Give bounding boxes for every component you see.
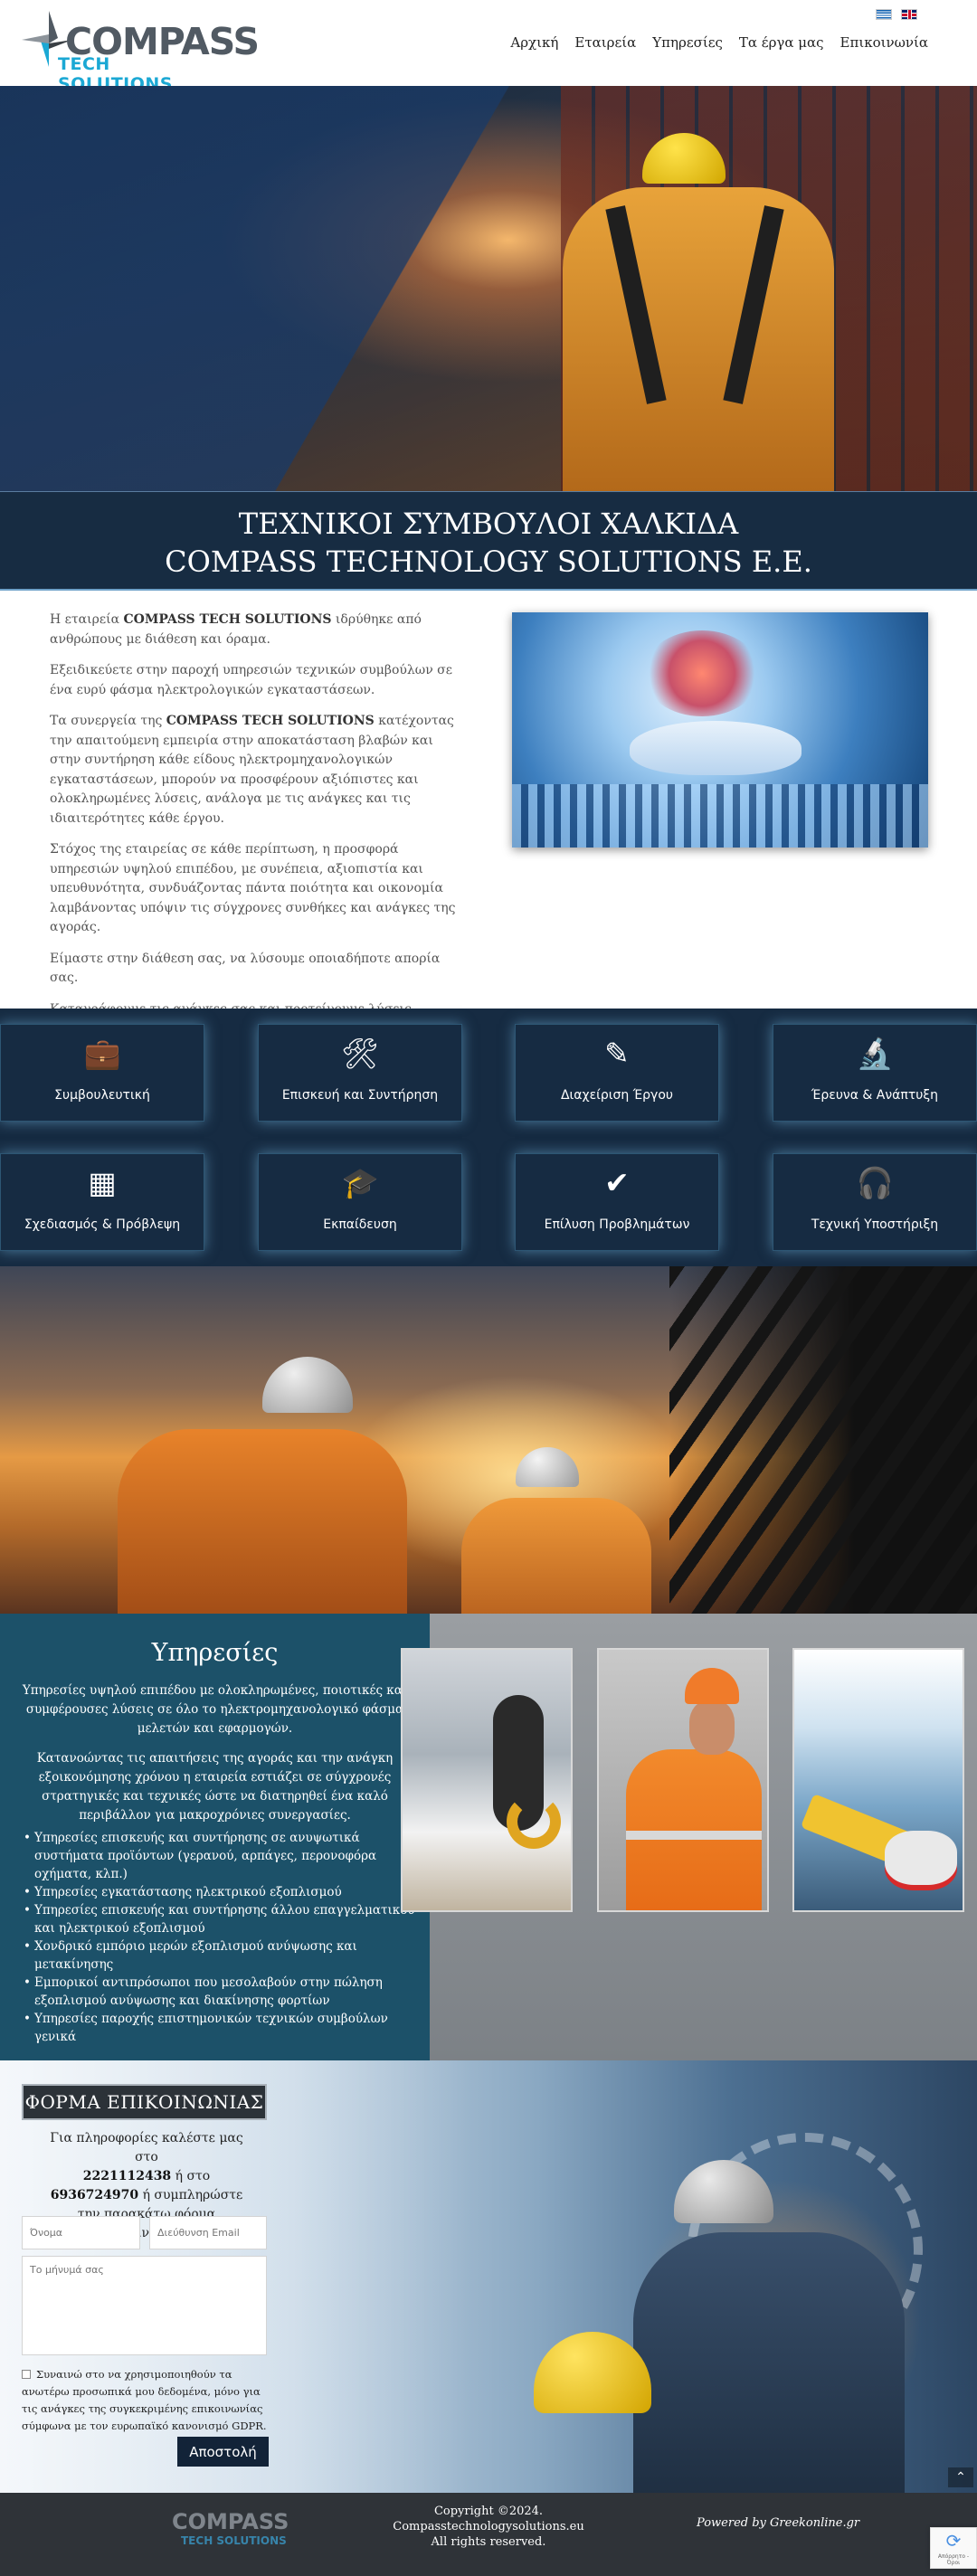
- intro-paragraph: Εξειδικεύετε στην παροχή υπηρεσιών τεχνι…: [50, 663, 452, 697]
- scroll-to-top-icon[interactable]: ⌃: [948, 2467, 973, 2487]
- list-item: Υπηρεσίες εγκατάστασης ηλεκτρικού εξοπλι…: [24, 1883, 419, 1901]
- tile-label: Έρευνα & Ανάπτυξη: [811, 1088, 939, 1103]
- phone-number: 2221112438: [82, 2169, 172, 2183]
- tile-label: Εκπαίδευση: [323, 1217, 397, 1232]
- briefcase-icon: 💼: [83, 1036, 121, 1071]
- worker-figure: [452, 1447, 660, 1614]
- tile-research-development[interactable]: 🔬 Έρευνα & Ανάπτυξη: [773, 1024, 977, 1122]
- name-input[interactable]: [22, 2216, 140, 2249]
- services-title: Υπηρεσίες: [151, 1639, 279, 1667]
- tile-technical-support[interactable]: 🎧 Τεχνική Υποστήριξη: [773, 1153, 977, 1251]
- recaptcha-icon: ⟳: [945, 2530, 962, 2552]
- intro-text: Η εταιρεία COMPASS TECH SOLUTIONS ιδρύθη…: [50, 611, 457, 1051]
- company-name: COMPASS TECH SOLUTIONS: [123, 612, 332, 627]
- workers-sunset-image: [0, 1266, 977, 1614]
- intro-paragraph: Η εταιρεία COMPASS TECH SOLUTIONS ιδρύθη…: [50, 612, 422, 647]
- site-footer: COMPASS TECH SOLUTIONS Copyright ©2024. …: [0, 2493, 977, 2576]
- tile-problem-solving[interactable]: ✔ Επίλυση Προβλημάτων: [515, 1153, 719, 1251]
- services-list: Υπηρεσίες επισκευής και συντήρησης σε αν…: [24, 1829, 419, 2046]
- services-section: Υπηρεσίες Υπηρεσίες υψηλού επιπέδου με ο…: [0, 1614, 977, 2060]
- services-panel: Υπηρεσίες Υπηρεσίες υψηλού επιπέδου με ο…: [0, 1614, 430, 2060]
- message-textarea[interactable]: [22, 2256, 267, 2355]
- list-item: Υπηρεσίες επισκευής και συντήρησης άλλου…: [24, 1901, 419, 1937]
- list-item: Χονδρικό εμπόριο μερών εξοπλισμού ανύψωσ…: [24, 1937, 419, 1974]
- headset-icon: 🎧: [856, 1165, 894, 1200]
- tech-hand-brain-image: [512, 612, 928, 848]
- technician-tool-image: [792, 1648, 964, 1912]
- tile-design-forecast[interactable]: ▦ Σχεδιασμός & Πρόβλεψη: [0, 1153, 204, 1251]
- worker-figure: [109, 1357, 416, 1614]
- teacher-icon: 🎓: [341, 1165, 379, 1200]
- tile-training[interactable]: 🎓 Εκπαίδευση: [258, 1153, 462, 1251]
- list-item: Υπηρεσίες παροχής επιστημονικών τεχνικών…: [24, 2010, 419, 2046]
- site-logo[interactable]: COMPASS TECH SOLUTIONS: [18, 5, 260, 94]
- services-intro: Υπηρεσίες υψηλού επιπέδου με ολοκληρωμέν…: [22, 1683, 408, 1736]
- nav-home[interactable]: Αρχική: [510, 33, 558, 52]
- greek-flag-icon[interactable]: [876, 9, 892, 20]
- email-input[interactable]: [149, 2216, 267, 2249]
- intro-paragraph: Τα συνεργεία της COMPASS TECH SOLUTIONS …: [50, 714, 454, 826]
- recaptcha-badge[interactable]: ⟳ Απόρρητο - Όροι: [930, 2527, 977, 2569]
- tile-repair-maintenance[interactable]: 🛠 Επισκευή και Συντήρηση: [258, 1024, 462, 1122]
- hard-hat: [642, 133, 726, 184]
- page-title: ΤΕΧΝΙΚΟΙ ΣΥΜΒΟΥΛΟΙ ΧΑΛΚΙΔΑ COMPASS TECHN…: [0, 505, 977, 581]
- domain-link[interactable]: Compasstechnologysolutions.eu: [380, 2519, 597, 2534]
- uk-flag-icon[interactable]: [901, 9, 917, 20]
- tools-icon: 🛠: [341, 1036, 379, 1071]
- tile-label: Τεχνική Υποστήριξη: [811, 1217, 939, 1232]
- crane-hook-image: [401, 1648, 573, 1912]
- nav-company[interactable]: Εταιρεία: [574, 33, 636, 52]
- contact-form-title: ΦΟΡΜΑ ΕΠΙΚΟΙΝΩΝΙΑΣ: [22, 2084, 267, 2120]
- swatchbook-icon: ▦: [88, 1165, 117, 1200]
- contact-section: ΦΟΡΜΑ ΕΠΙΚΟΙΝΩΝΙΑΣ Για πληροφορίες καλέσ…: [0, 2060, 977, 2493]
- phone-number: 6936724970: [50, 2188, 139, 2202]
- nav-contact[interactable]: Επικοινωνία: [840, 33, 928, 52]
- tile-label: Επίλυση Προβλημάτων: [544, 1217, 690, 1232]
- pencil-ruler-icon: ✎: [604, 1036, 630, 1071]
- intro-paragraph: Είμαστε στην διάθεση σας, να λύσουμε οπο…: [50, 951, 441, 986]
- tile-label: Συμβουλευτική: [54, 1088, 150, 1103]
- services-intro: Κατανοώντας τις απαιτήσεις της αγοράς κα…: [36, 1751, 394, 1823]
- submit-button[interactable]: Αποστολή: [177, 2437, 269, 2467]
- powered-by-link[interactable]: Powered by Greekonline.gr: [697, 2516, 859, 2530]
- microscope-icon: 🔬: [856, 1036, 894, 1071]
- tile-project-management[interactable]: ✎ Διαχείριση Έργου: [515, 1024, 719, 1122]
- crane-structure: [669, 1266, 977, 1614]
- engineer-portrait-image: [597, 1648, 769, 1912]
- tile-consulting[interactable]: 💼 Συμβουλευτική: [0, 1024, 204, 1122]
- company-name: COMPASS TECH SOLUTIONS: [166, 714, 375, 728]
- tile-label: Σχεδιασμός & Πρόβλεψη: [24, 1217, 181, 1232]
- service-tiles: 💼 Συμβουλευτική 🛠 Επισκευή και Συντήρηση…: [0, 1009, 977, 1266]
- list-item: Υπηρεσίες επισκευής και συντήρησης σε αν…: [24, 1829, 419, 1883]
- hero-worker: [554, 133, 843, 491]
- page-title-bar: ΤΕΧΝΙΚΟΙ ΣΥΜΒΟΥΛΟΙ ΧΑΛΚΙΔΑ COMPASS TECHN…: [0, 491, 977, 591]
- nav-services[interactable]: Υπηρεσίες: [652, 33, 723, 52]
- nav-projects[interactable]: Τα έργα μας: [739, 33, 824, 52]
- intro-paragraph: Στόχος της εταιρείας σε κάθε περίπτωση, …: [50, 842, 456, 934]
- main-nav: Αρχική Εταιρεία Υπηρεσίες Τα έργα μας Επ…: [510, 33, 928, 52]
- site-header: COMPASS TECH SOLUTIONS Αρχική Εταιρεία Υ…: [0, 0, 977, 94]
- title-line-2: COMPASS TECHNOLOGY SOLUTIONS E.E.: [165, 545, 812, 579]
- gdpr-consent-label: Συναινώ στο να χρησιμοποιηθούν τα ανωτέρ…: [22, 2368, 267, 2432]
- tile-label: Επισκευή και Συντήρηση: [281, 1088, 439, 1103]
- copyright: Copyright ©2024. Compasstechnologysoluti…: [380, 2504, 597, 2550]
- tile-label: Διαχείριση Έργου: [560, 1088, 674, 1103]
- list-item: Εμπορικοί αντιπρόσωποι που μεσολαβούν στ…: [24, 1974, 419, 2010]
- checkmark-icon: ✔: [604, 1165, 630, 1200]
- footer-logo[interactable]: COMPASS TECH SOLUTIONS: [154, 2504, 289, 2554]
- gdpr-consent-checkbox[interactable]: [22, 2370, 31, 2379]
- title-line-1: ΤΕΧΝΙΚΟΙ ΣΥΜΒΟΥΛΟΙ ΧΑΛΚΙΔΑ: [238, 507, 739, 541]
- company-intro: Η εταιρεία COMPASS TECH SOLUTIONS ιδρύθη…: [0, 591, 977, 1036]
- hero-banner-image: [0, 86, 977, 491]
- language-switcher: [876, 9, 917, 20]
